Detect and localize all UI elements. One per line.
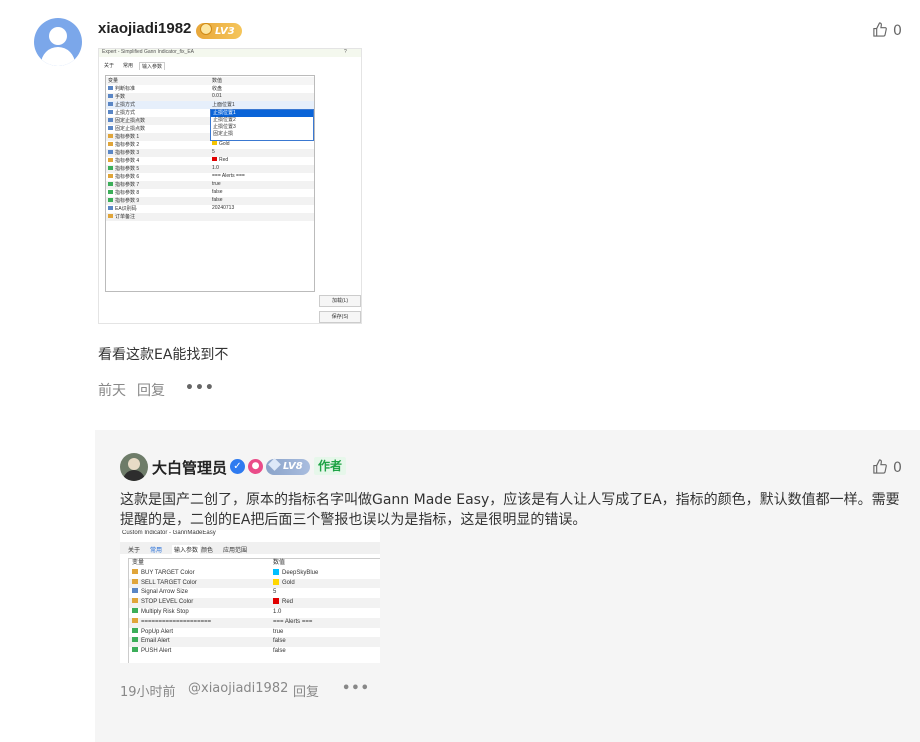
table-row: 指标参数 4 Red (106, 157, 314, 165)
window-title: Custom Indicator - GannMadeEasy (122, 530, 216, 536)
more-options-button[interactable]: ••• (342, 681, 370, 696)
tab-common: 常用 (123, 63, 134, 69)
avatar-body-shape (41, 47, 75, 66)
table-row: Email Alert false (129, 637, 380, 648)
grid-header: 变量 数值 (106, 77, 314, 85)
grid-header: 变量 数值 (129, 559, 380, 569)
reply-text: 这款是国产二创了，原本的指标名字叫做Gann Made Easy，应该是有人让人… (120, 492, 900, 528)
reply-time: 19小时前 (120, 685, 176, 700)
table-row: 指标参数 7 true (106, 181, 314, 189)
like-count: 0 (893, 23, 902, 39)
tab-inputs: 输入参数 (139, 62, 166, 70)
table-row: 订单备注 (106, 213, 314, 221)
tab-about: 关于 (128, 548, 141, 554)
level-label: LV8 (283, 461, 303, 472)
dropdown-option: 止损位置1 (211, 110, 313, 117)
reply-avatar[interactable] (120, 453, 148, 481)
tab-colors: 颜色 (201, 548, 214, 554)
thumb-up-icon (873, 22, 887, 37)
reply-button[interactable]: 回复 (293, 681, 319, 700)
like-button[interactable]: 0 (872, 459, 902, 476)
comment-text: 看看这款EA能找到不 (98, 347, 229, 363)
avatar-body-shape (123, 470, 145, 481)
table-row: 指标参数 6 === Alerts === (106, 173, 314, 181)
dropdown-list: 止损位置1 止损位置2 止损位置3 固定止损 (210, 109, 314, 141)
like-count: 0 (893, 460, 902, 476)
level-badge: LV8 (266, 458, 310, 475)
dropdown-option: 止损位置3 (213, 124, 236, 130)
person-badge-icon: ● (248, 459, 263, 474)
window-title: Expert - Simplified Gann Indicator_fix_E… (99, 49, 361, 57)
params-grid: 变量 数值 判断标准 收盘 手数 0.01 止损方式 上面位置1 止损方式 固定止损点数… (105, 75, 315, 292)
table-row: 指标参数 35 (106, 149, 314, 157)
comment-screenshot[interactable]: Expert - Simplified Gann Indicator_fix_E… (98, 48, 362, 324)
params-grid: 变量 数值 BUY TARGET Color DeepSkyBlue SELL TA… (128, 558, 380, 663)
user-avatar[interactable] (34, 18, 82, 66)
table-row: STOP LEVEL Color Red (129, 598, 380, 608)
table-row: Signal Arrow Size 5 (129, 588, 380, 599)
level-badge: LV3 (196, 23, 242, 39)
save-button: 保存(S) (319, 311, 361, 323)
more-options-button[interactable]: ••• (185, 380, 215, 396)
like-button[interactable]: 0 (872, 22, 902, 39)
table-row: 手数 0.01 (106, 93, 314, 101)
table-row: PUSH Alert false (129, 647, 380, 657)
table-row: 指标参数 8 false (106, 189, 314, 197)
comment-time: 前天 (98, 383, 126, 399)
verified-icon: ✓ (230, 459, 245, 474)
tab-about: 关于 (104, 63, 115, 69)
reply-screenshot[interactable]: Custom Indicator - GannMadeEasy 关于 常用 输入… (120, 530, 380, 663)
table-row: 指标参数 5 1.0 (106, 165, 314, 173)
reply-button[interactable]: 回复 (137, 380, 165, 400)
help-icon: ? (344, 49, 347, 55)
table-row: 判断标准 收盘 (106, 85, 314, 93)
table-row: EA识别码 20240713 (106, 205, 314, 213)
table-row: 指标参数 9 false (106, 197, 314, 205)
table-row: Multiply Risk Stop 1.0 (129, 608, 380, 618)
tab-inputs: 输入参数 (172, 545, 201, 554)
avatar-face-shape (128, 458, 140, 470)
reply-username[interactable]: 大白管理员 (152, 457, 227, 478)
tab-common: 常用 (150, 548, 163, 554)
table-row: PopUp Alert true (129, 627, 380, 638)
gem-icon (268, 458, 281, 471)
thumb-up-icon (873, 459, 887, 474)
table-row: ==================== === Alerts === (129, 617, 380, 628)
dropdown-option: 止损位置2 (213, 117, 236, 123)
avatar-head-shape (49, 27, 67, 45)
load-button: 加载(L) (319, 295, 361, 307)
author-tag: 作者 (314, 457, 347, 475)
coin-icon (200, 23, 212, 35)
tab-scope: 应用范围 (223, 548, 248, 554)
table-row: BUY TARGET Color DeepSkyBlue (129, 568, 380, 579)
table-row: SELL TARGET Color Gold (129, 578, 380, 589)
table-row: 指标参数 2 Gold (106, 141, 314, 149)
mention-link[interactable]: @xiaojiadi1982 (188, 681, 288, 696)
dropdown-option: 固定止损 (213, 131, 234, 137)
table-row: 止损方式 上面位置1 (106, 101, 314, 109)
comment-username[interactable]: xiaojiadi1982 (98, 20, 191, 37)
level-label: LV3 (215, 26, 235, 37)
